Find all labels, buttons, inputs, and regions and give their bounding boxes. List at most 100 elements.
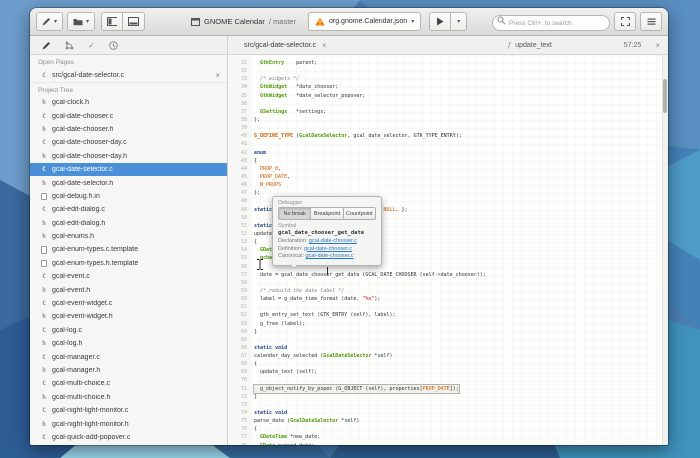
code-line[interactable] <box>254 303 662 311</box>
definition-link[interactable]: gcal-date-chooser.c <box>304 246 352 252</box>
tab-title[interactable]: src/gcal-date-selector.c <box>244 42 316 49</box>
code-line[interactable]: /* widgets */ <box>254 75 662 83</box>
tree-item[interactable]: Cgcal-event.c <box>30 270 227 283</box>
line-number[interactable]: 50 <box>228 214 251 222</box>
line-number[interactable]: 55 <box>228 254 251 262</box>
tree-item[interactable]: hgcal-multi-choice.h <box>30 391 227 404</box>
tree-item[interactable]: Cgcal-event-widget.c <box>30 297 227 310</box>
line-number[interactable]: 73 <box>228 401 251 409</box>
scrollbar-thumb[interactable] <box>663 79 667 113</box>
code-line[interactable] <box>254 336 662 344</box>
line-number[interactable]: 31 <box>228 59 251 67</box>
code-line[interactable]: date = gcal_date_chooser_get_date (GCAL_… <box>254 271 662 279</box>
code-line[interactable]: GtkEntry parent; <box>254 59 662 67</box>
sidebar-tab-todo-icon[interactable]: ✓ <box>88 41 95 50</box>
code-line[interactable]: /* rebuild the date label */ <box>254 287 662 295</box>
popover-button-breakpoint[interactable]: Breakpoint <box>311 207 343 220</box>
line-number[interactable]: 44 <box>228 165 251 173</box>
code-line[interactable]: } <box>254 393 662 401</box>
symbol-breadcrumb[interactable]: ƒ update_text <box>507 42 552 49</box>
line-number[interactable]: 70 <box>228 376 251 384</box>
line-number[interactable]: 53 <box>228 238 251 246</box>
line-number[interactable]: 40 <box>228 132 251 140</box>
line-number[interactable]: 58 <box>228 279 251 287</box>
tree-item[interactable]: hgcal-log.h <box>30 337 227 350</box>
line-number[interactable]: 42 <box>228 149 251 157</box>
line-number[interactable]: 68 <box>228 360 251 368</box>
line-number[interactable]: 43 <box>228 157 251 165</box>
gutter[interactable]: 3132333435363738394041424344454647484950… <box>228 55 251 445</box>
menu-button[interactable] <box>640 12 662 31</box>
global-search-input[interactable] <box>492 15 610 31</box>
tree-item[interactable]: Cgcal-manager.c <box>30 350 227 363</box>
tree-item[interactable]: hgcal-enums.h <box>30 230 227 243</box>
code-line[interactable]: label = g_date_time_format (date, "%x"); <box>254 295 662 303</box>
tree-item[interactable]: gcal-enum-types.c.template <box>30 243 227 256</box>
run-button[interactable] <box>429 12 451 31</box>
tree-item[interactable]: Cgcal-log.c <box>30 324 227 337</box>
code-line[interactable]: g_object_notify_by_pspec (G_OBJECT (self… <box>254 385 662 393</box>
code-line[interactable] <box>254 124 662 132</box>
code-line[interactable]: G_DEFINE_TYPE (GcalDateSelector, gcal_da… <box>254 132 662 140</box>
canonical-link[interactable]: gcal-date-chooser.c <box>306 253 354 259</box>
line-number[interactable]: 71 <box>228 385 251 393</box>
tree-item[interactable]: hgcal-night-light-monitor.h <box>30 417 227 430</box>
line-number[interactable]: 36 <box>228 100 251 108</box>
line-number[interactable]: 48 <box>228 197 251 205</box>
code-line[interactable]: parse_date (GcalDateSelector *self) <box>254 417 662 425</box>
tree-item[interactable]: Cgcal-multi-choice.c <box>30 377 227 390</box>
tree-item[interactable]: gcal-enum-types.h.template <box>30 257 227 270</box>
sidebar-tab-editor-icon[interactable] <box>42 41 51 50</box>
line-number[interactable]: 78 <box>228 442 251 445</box>
tree-item[interactable]: gcal-debug.h.in <box>30 190 227 203</box>
build-configuration-button[interactable]: org.gnome.Calendar.json ▾ <box>308 12 421 31</box>
code-line[interactable]: GtkWidget *date_chooser; <box>254 83 662 91</box>
tree-item[interactable]: Cgcal-night-light-monitor.c <box>30 404 227 417</box>
code-line[interactable]: { <box>254 425 662 433</box>
open-page-item[interactable]: C src/gcal-date-selector.c × <box>30 68 227 83</box>
line-number[interactable]: 65 <box>228 336 251 344</box>
code-line[interactable]: GDateTime *new_date; <box>254 433 662 441</box>
line-number[interactable]: 74 <box>228 409 251 417</box>
code-line[interactable] <box>254 140 662 148</box>
fullscreen-button[interactable] <box>614 12 636 31</box>
line-number[interactable]: 52 <box>228 230 251 238</box>
line-number[interactable]: 54 <box>228 246 251 254</box>
code-line[interactable] <box>254 279 662 287</box>
sidebar-tab-vcs-icon[interactable] <box>65 41 74 50</box>
editor-scrollbar[interactable] <box>662 55 668 445</box>
pane-close-icon[interactable]: × <box>655 41 660 50</box>
code-line[interactable]: GtkWidget *date_selector_popover; <box>254 92 662 100</box>
line-number[interactable]: 37 <box>228 108 251 116</box>
toggle-left-panel-button[interactable] <box>101 12 123 31</box>
code-line[interactable]: PROP_DATE, <box>254 173 662 181</box>
popover-button-countpoint[interactable]: Countpoint <box>344 207 376 220</box>
perspective-selector-button[interactable]: ▾ <box>36 12 63 31</box>
code-line[interactable]: GSettings *settings; <box>254 108 662 116</box>
code-line[interactable]: } <box>254 328 662 336</box>
code-line[interactable]: N_PROPS <box>254 181 662 189</box>
code-line[interactable]: calendar_day_selected (GcalDateSelector … <box>254 352 662 360</box>
line-number[interactable]: 41 <box>228 140 251 148</box>
line-number[interactable]: 66 <box>228 344 251 352</box>
line-number[interactable]: 38 <box>228 116 251 124</box>
tab-close-icon[interactable]: × <box>322 41 327 50</box>
code-line[interactable] <box>254 67 662 75</box>
project-title[interactable]: GNOME Calendar / master <box>191 17 296 26</box>
line-number[interactable]: 39 <box>228 124 251 132</box>
line-number[interactable]: 69 <box>228 368 251 376</box>
tree-item[interactable]: hgcal-date-selector.h <box>30 176 227 189</box>
line-number[interactable]: 33 <box>228 75 251 83</box>
code-line[interactable] <box>254 401 662 409</box>
sidebar-tab-build-icon[interactable] <box>109 41 118 50</box>
line-number[interactable]: 67 <box>228 352 251 360</box>
line-number[interactable]: 56 <box>228 263 251 271</box>
line-number[interactable]: 51 <box>228 222 251 230</box>
declaration-link[interactable]: gcal-date-chooser.c <box>309 238 357 244</box>
tree-item[interactable]: hgcal-edit-dialog.h <box>30 217 227 230</box>
close-page-icon[interactable]: × <box>215 71 220 80</box>
line-number[interactable]: 62 <box>228 311 251 319</box>
line-number[interactable]: 57 <box>228 271 251 279</box>
tree-item[interactable]: Cgcal-edit-dialog.c <box>30 203 227 216</box>
code-line[interactable]: enum <box>254 149 662 157</box>
